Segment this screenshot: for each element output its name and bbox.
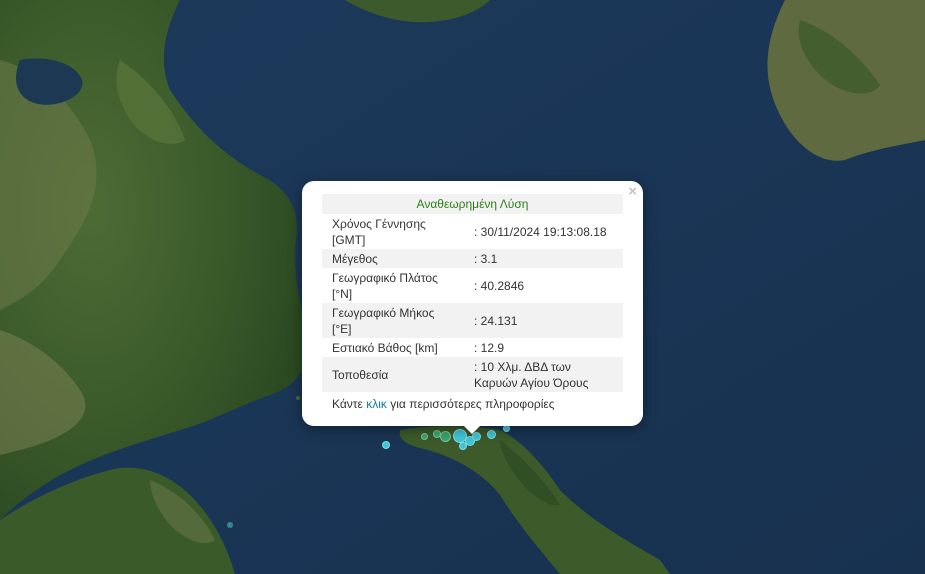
earthquake-info-popup: × Αναθεωρημένη Λύση Χρόνος Γέννησης [GMT… [302, 181, 643, 434]
more-info-suffix: για περισσότερες πληροφορίες [386, 397, 555, 411]
value-longitude: : 24.131 [474, 313, 518, 328]
popup-title: Αναθεωρημένη Λύση [322, 194, 623, 214]
value-depth: : 12.9 [474, 340, 505, 355]
value-magnitude: : 3.1 [474, 251, 498, 266]
label-latitude: Γεωγραφικό Πλάτος [°N] [332, 270, 438, 301]
label-depth: Εστιακό Βάθος [km] [332, 340, 438, 355]
more-info-link[interactable]: κλικ [366, 397, 387, 411]
label-location: Τοποθεσία [332, 367, 389, 382]
quake-marker[interactable] [486, 429, 496, 439]
quake-marker[interactable] [382, 441, 390, 449]
satellite-map[interactable]: × Αναθεωρημένη Λύση Χρόνος Γέννησης [GMT… [0, 0, 925, 574]
row-magnitude: Μέγεθος : 3.1 [322, 249, 623, 268]
row-longitude: Γεωγραφικό Μήκος [°E] : 24.131 [322, 303, 623, 338]
row-depth: Εστιακό Βάθος [km] : 12.9 [322, 338, 623, 357]
value-latitude: : 40.2846 [474, 278, 525, 293]
more-info-prefix: Κάντε [332, 397, 367, 411]
row-location: Τοποθεσία : 10 Χλμ. ΔΒΔ των Καρυών Αγίου… [322, 357, 623, 392]
label-magnitude: Μέγεθος [332, 251, 378, 266]
quake-marker[interactable] [433, 430, 441, 438]
popup-pointer [462, 424, 482, 434]
popup-close-button[interactable]: × [628, 184, 637, 200]
earthquake-info-table: Χρόνος Γέννησης [GMT] : 30/11/2024 19:13… [322, 214, 623, 392]
label-longitude: Γεωγραφικό Μήκος [°E] [332, 305, 435, 336]
row-latitude: Γεωγραφικό Πλάτος [°N] : 40.2846 [322, 268, 623, 303]
quake-marker[interactable] [420, 432, 428, 440]
value-origin-time: : 30/11/2024 19:13:08.18 [474, 224, 607, 239]
quake-marker[interactable] [439, 430, 451, 442]
quake-marker[interactable] [459, 442, 467, 450]
label-origin-time: Χρόνος Γέννησης [GMT] [332, 216, 426, 247]
value-location: : 10 Χλμ. ΔΒΔ των Καρυών Αγίου Όρους [474, 359, 589, 390]
row-origin-time: Χρόνος Γέννησης [GMT] : 30/11/2024 19:13… [322, 214, 623, 249]
more-info-text: Κάντε κλικ για περισσότερες πληροφορίες [322, 392, 623, 412]
